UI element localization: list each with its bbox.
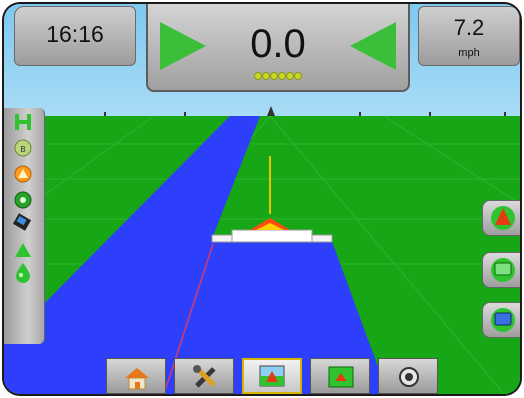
bottom-navigation [106, 358, 438, 394]
lightbar-leds [254, 72, 302, 80]
tab-camera[interactable] [378, 358, 438, 394]
lightbar: 0.0 [146, 4, 410, 92]
tools-icon [193, 365, 216, 388]
tab-vehicle-view[interactable] [242, 358, 302, 394]
warning-icon[interactable] [10, 164, 36, 184]
gps-arrow-icon[interactable] [10, 240, 36, 260]
home-icon [125, 368, 149, 390]
status-sidebar: B [4, 108, 45, 344]
boom-sections-icon[interactable]: B [10, 138, 36, 158]
tab-home[interactable] [106, 358, 166, 394]
steering-icon[interactable] [10, 112, 36, 132]
camera-icon [399, 367, 419, 387]
cross-track-error: 0.0 [250, 22, 306, 66]
map-view-button[interactable] [482, 302, 520, 338]
view-mode-button[interactable] [482, 252, 520, 288]
horizon-markers [104, 106, 506, 116]
speed-display: 7.2 mph [418, 6, 520, 66]
map-view-icon [328, 366, 354, 388]
speed-unit: mph [458, 47, 480, 59]
clock-display: 16:16 [14, 6, 136, 66]
clock-time: 16:16 [46, 21, 104, 47]
vehicle-view-icon [259, 365, 285, 387]
satellite-icon[interactable] [10, 190, 36, 210]
implement-icon[interactable] [10, 213, 36, 234]
svg-text:B: B [20, 145, 25, 154]
tab-map-view[interactable] [310, 358, 370, 394]
speed-value: 7.2 [453, 15, 485, 40]
tab-tools[interactable] [174, 358, 234, 394]
guidance-screen: 16:16 0.0 7.2 mph B [4, 4, 520, 394]
droplet-icon[interactable] [10, 262, 36, 283]
north-arrow-button[interactable] [482, 200, 520, 236]
